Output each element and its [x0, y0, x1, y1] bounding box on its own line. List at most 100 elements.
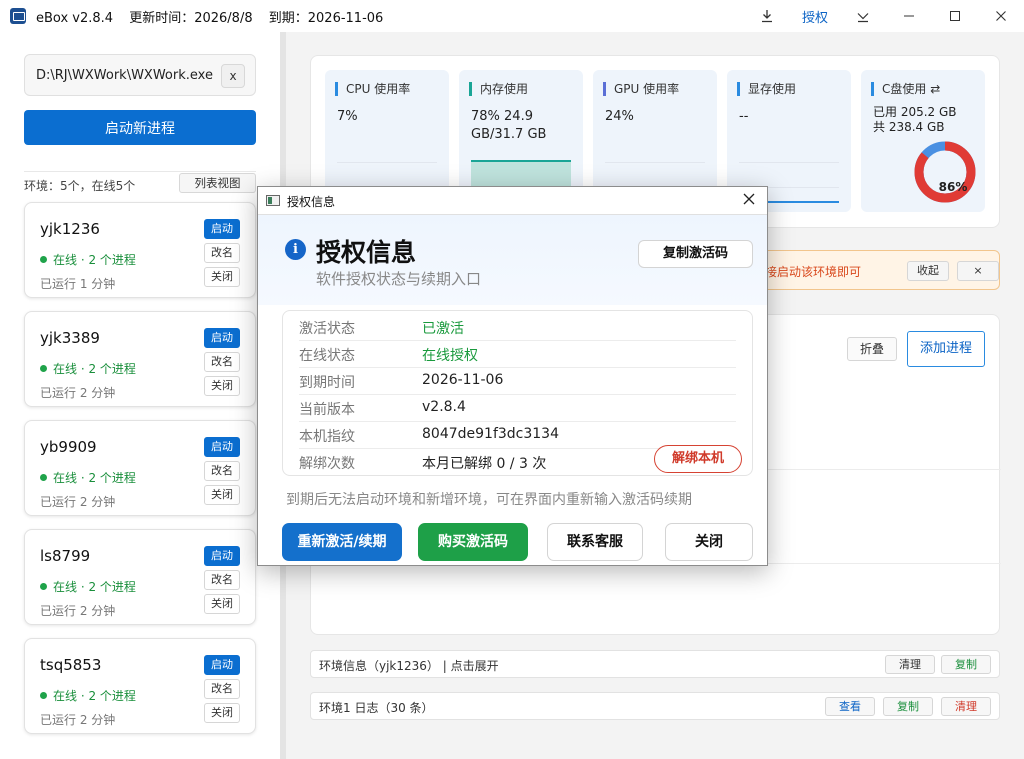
sidebar: D:\RJ\WXWork\WXWork.exe x 启动新进程 环境：5个，在线… — [0, 32, 280, 759]
env-card[interactable]: yjk1236 在线 · 2 个进程 已运行 1 分钟 启动 改名 关闭 — [24, 202, 256, 298]
memory-value-line1: 78% 24.9 — [471, 109, 533, 124]
env-start-button[interactable]: 启动 — [204, 328, 240, 348]
dialog-subtitle: 软件授权状态与续期入口 — [316, 270, 482, 288]
disk-used: 已用 205.2 GB — [873, 105, 957, 119]
reactivate-button[interactable]: 重新激活/续期 — [282, 523, 402, 561]
online-dot-icon — [40, 365, 47, 372]
info-row-version: 当前版本 v2.8.4 — [299, 395, 736, 422]
app-name: eBox v2.8.4 — [36, 10, 114, 26]
gpu-title: GPU 使用率 — [603, 82, 679, 96]
vram-title: 显存使用 — [737, 82, 796, 96]
env-status: 在线 · 2 个进程 — [40, 251, 136, 268]
memory-title: 内存使用 — [469, 82, 528, 96]
env-card[interactable]: tsq5853 在线 · 2 个进程 已运行 2 分钟 启动 改名 关闭 — [24, 638, 256, 734]
minimize-button[interactable] — [886, 0, 932, 32]
env-rename-button[interactable]: 改名 — [204, 570, 240, 590]
dialog-app-icon — [266, 195, 280, 206]
env-rename-button[interactable]: 改名 — [204, 243, 240, 263]
clear-path-button[interactable]: x — [221, 64, 245, 88]
auth-link[interactable]: 授权 — [790, 7, 840, 26]
download-icon[interactable] — [744, 0, 790, 32]
env-uptime: 已运行 2 分钟 — [40, 604, 116, 618]
alert-collapse-button[interactable]: 收起 — [907, 261, 949, 281]
env-card[interactable]: yb9909 在线 · 2 个进程 已运行 2 分钟 启动 改名 关闭 — [24, 420, 256, 516]
env-info-copy-button[interactable]: 复制 — [941, 655, 991, 674]
env-info-text: 环境信息（yjk1236） | 点击展开 — [319, 659, 499, 673]
maximize-button[interactable] — [932, 0, 978, 32]
env-start-button[interactable]: 启动 — [204, 655, 240, 675]
env-rename-button[interactable]: 改名 — [204, 352, 240, 372]
exe-path-field[interactable]: D:\RJ\WXWork\WXWork.exe x — [24, 54, 256, 96]
online-dot-icon — [40, 692, 47, 699]
divider — [24, 171, 256, 172]
env-card[interactable]: yjk3389 在线 · 2 个进程 已运行 2 分钟 启动 改名 关闭 — [24, 311, 256, 407]
info-value: 在线授权 — [422, 348, 478, 364]
env-status: 在线 · 2 个进程 — [40, 687, 136, 704]
info-value: 8047de91f3dc3134 — [422, 426, 559, 442]
env-info-clear-button[interactable]: 清理 — [885, 655, 935, 674]
title-bar: eBox v2.8.4 更新时间：2026/8/8 到期：2026-11-06 … — [0, 0, 1024, 32]
env-uptime: 已运行 1 分钟 — [40, 277, 116, 291]
dialog-heading: 授权信息 — [316, 238, 417, 267]
info-label: 到期时间 — [299, 375, 355, 391]
cpu-title: CPU 使用率 — [335, 82, 410, 96]
env-close-button[interactable]: 关闭 — [204, 267, 240, 287]
disk-total: 共 238.4 GB — [873, 120, 945, 134]
env-rename-button[interactable]: 改名 — [204, 461, 240, 481]
online-dot-icon — [40, 583, 47, 590]
online-dot-icon — [40, 474, 47, 481]
dialog-close-icon[interactable] — [737, 189, 761, 213]
info-row-online: 在线状态 在线授权 — [299, 341, 736, 368]
vram-value: -- — [739, 109, 749, 124]
info-label: 激活状态 — [299, 321, 355, 337]
env-close-button[interactable]: 关闭 — [204, 485, 240, 505]
close-window-button[interactable] — [978, 0, 1024, 32]
env-close-button[interactable]: 关闭 — [204, 703, 240, 723]
exe-path-text: D:\RJ\WXWork\WXWork.exe — [36, 67, 213, 83]
env-close-button[interactable]: 关闭 — [204, 376, 240, 396]
info-alert: 接启动该环境即可 收起 × — [760, 250, 1000, 290]
env-name: yjk3389 — [40, 329, 100, 347]
dialog-window-title: 授权信息 — [287, 195, 336, 209]
log-copy-button[interactable]: 复制 — [883, 697, 933, 716]
grid-line — [739, 162, 839, 163]
contact-support-button[interactable]: 联系客服 — [547, 523, 643, 561]
log-clear-button[interactable]: 清理 — [941, 697, 991, 716]
expiry-date: 到期：2026-11-06 — [268, 10, 384, 26]
env-name: yb9909 — [40, 438, 97, 456]
env-uptime: 已运行 2 分钟 — [40, 495, 116, 509]
log-title: 环境1 日志（30 条） — [319, 701, 434, 715]
grid-line — [605, 162, 705, 163]
env-start-button[interactable]: 启动 — [204, 546, 240, 566]
info-label: 在线状态 — [299, 348, 355, 364]
env-info-bar[interactable]: 环境信息（yjk1236） | 点击展开 清理 复制 — [310, 650, 1000, 678]
alert-close-button[interactable]: × — [957, 261, 999, 281]
dialog-close-button[interactable]: 关闭 — [665, 523, 753, 561]
log-view-button[interactable]: 查看 — [825, 697, 875, 716]
env-close-button[interactable]: 关闭 — [204, 594, 240, 614]
env-start-button[interactable]: 启动 — [204, 219, 240, 239]
env-status: 在线 · 2 个进程 — [40, 578, 136, 595]
env-status-text: 在线 · 2 个进程 — [53, 253, 136, 267]
add-process-button[interactable]: 添加进程 — [907, 331, 985, 367]
alert-text: 接启动该环境即可 — [765, 265, 862, 279]
launch-new-process-button[interactable]: 启动新进程 — [24, 110, 256, 145]
fold-button[interactable]: 折叠 — [847, 337, 897, 361]
env-status-text: 在线 · 2 个进程 — [53, 471, 136, 485]
update-time: 更新时间：2026/8/8 — [129, 10, 253, 26]
disk-percent-label: 86% — [939, 180, 968, 194]
unbind-machine-button[interactable]: 解绑本机 — [654, 445, 742, 473]
copy-activation-code-button[interactable]: 复制激活码 — [638, 240, 753, 268]
online-dot-icon — [40, 256, 47, 263]
chevron-down-icon[interactable] — [840, 0, 886, 32]
buy-code-button[interactable]: 购买激活码 — [418, 523, 528, 561]
cpu-value: 7% — [337, 109, 358, 124]
env-start-button[interactable]: 启动 — [204, 437, 240, 457]
env-status: 在线 · 2 个进程 — [40, 469, 136, 486]
env-card[interactable]: ls8799 在线 · 2 个进程 已运行 2 分钟 启动 改名 关闭 — [24, 529, 256, 625]
list-view-button[interactable]: 列表视图 — [179, 173, 256, 193]
env-rename-button[interactable]: 改名 — [204, 679, 240, 699]
env-status-text: 在线 · 2 个进程 — [53, 580, 136, 594]
memory-value: 78% 24.9 GB/31.7 GB — [471, 108, 546, 144]
info-row-activation: 激活状态 已激活 — [299, 314, 736, 341]
